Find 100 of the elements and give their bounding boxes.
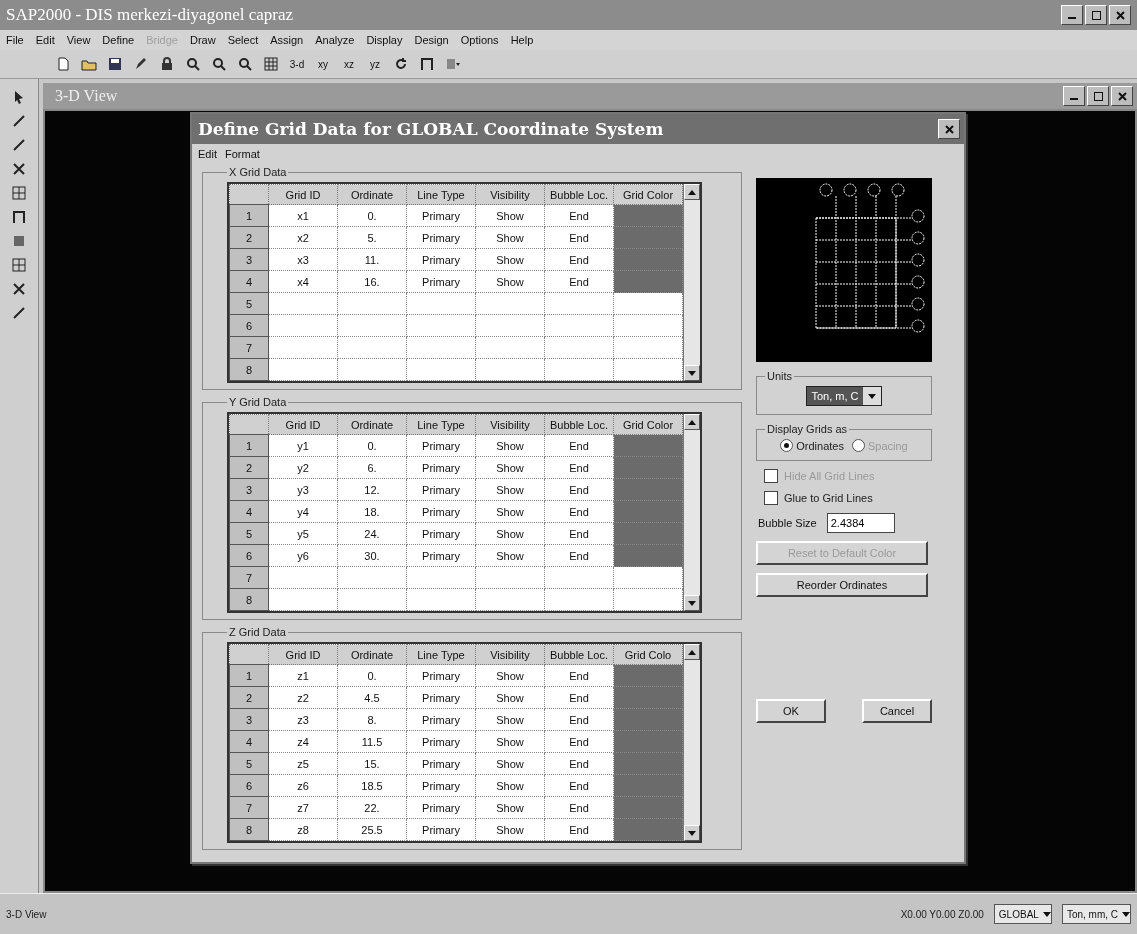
table-cell[interactable]: y3 <box>268 478 338 501</box>
menu-item[interactable]: Format <box>224 148 260 160</box>
table-cell[interactable]: End <box>544 434 614 457</box>
table-cell[interactable]: Show <box>475 456 545 479</box>
row-number[interactable]: 1 <box>229 434 269 457</box>
row-number[interactable]: 2 <box>229 456 269 479</box>
scroll-up-button[interactable] <box>684 644 700 660</box>
table-cell[interactable]: 22. <box>337 796 407 819</box>
row-number[interactable]: 8 <box>229 588 269 611</box>
table-cell[interactable] <box>337 358 407 381</box>
table-cell[interactable]: z5 <box>268 752 338 775</box>
cancel-button[interactable]: Cancel <box>862 699 932 723</box>
table-cell[interactable]: Primary <box>406 204 476 227</box>
menu-item[interactable]: Select <box>227 34 259 46</box>
table-cell[interactable]: Show <box>475 664 545 687</box>
line-icon[interactable] <box>11 137 27 153</box>
table-cell[interactable]: z1 <box>268 664 338 687</box>
bubble-size-field[interactable]: 2.4384 <box>826 513 895 533</box>
table-cell[interactable]: y1 <box>268 434 338 457</box>
table-cell[interactable] <box>475 588 545 611</box>
table-cell[interactable]: Primary <box>406 686 476 709</box>
line-icon[interactable] <box>11 305 27 321</box>
radio-option[interactable]: Ordinates <box>780 439 844 452</box>
table-cell[interactable] <box>406 358 476 381</box>
row-number[interactable]: 7 <box>229 336 269 359</box>
table-cell[interactable] <box>544 566 614 589</box>
row-number[interactable]: 5 <box>229 522 269 545</box>
scroll-up-button[interactable] <box>684 184 700 200</box>
table-cell[interactable]: End <box>544 774 614 797</box>
box-icon[interactable] <box>11 233 27 249</box>
row-number[interactable]: 3 <box>229 478 269 501</box>
table-cell[interactable]: Primary <box>406 796 476 819</box>
menu-item[interactable]: Edit <box>35 34 55 46</box>
table-cell[interactable] <box>613 314 683 337</box>
table-cell[interactable]: Primary <box>406 730 476 753</box>
maximize-button[interactable] <box>1085 5 1107 25</box>
row-number[interactable]: 8 <box>229 358 269 381</box>
table-cell[interactable]: End <box>544 522 614 545</box>
table-cell[interactable]: 0. <box>337 434 407 457</box>
row-number[interactable]: 2 <box>229 226 269 249</box>
table-cell[interactable]: Show <box>475 226 545 249</box>
table-cell[interactable]: Show <box>475 818 545 841</box>
dialog-button[interactable]: Reorder Ordinates <box>756 573 928 597</box>
table-cell[interactable]: z2 <box>268 686 338 709</box>
row-number[interactable]: 6 <box>229 774 269 797</box>
maximize-button[interactable] <box>1087 86 1109 106</box>
cross-icon[interactable] <box>11 281 27 297</box>
grid-icon[interactable] <box>11 257 27 273</box>
table-cell[interactable] <box>613 336 683 359</box>
menu-item[interactable]: Analyze <box>315 34 355 46</box>
table-cell[interactable]: Show <box>475 478 545 501</box>
table-cell[interactable] <box>406 292 476 315</box>
table-cell[interactable]: Primary <box>406 270 476 293</box>
table-cell[interactable]: 8. <box>337 708 407 731</box>
table-cell[interactable]: Show <box>475 544 545 567</box>
table-cell[interactable]: 24. <box>337 522 407 545</box>
checkbox[interactable] <box>764 491 778 505</box>
table-cell[interactable] <box>613 358 683 381</box>
table-cell[interactable]: 0. <box>337 664 407 687</box>
units-dropdown[interactable]: Ton, mm, C <box>1061 904 1131 924</box>
table-cell[interactable]: x3 <box>268 248 338 271</box>
table-cell[interactable]: End <box>544 686 614 709</box>
table-cell[interactable]: 16. <box>337 270 407 293</box>
row-number[interactable]: 5 <box>229 292 269 315</box>
table-cell[interactable] <box>544 336 614 359</box>
table-cell[interactable]: Primary <box>406 248 476 271</box>
frame-icon[interactable] <box>11 209 27 225</box>
table-cell[interactable]: Show <box>475 434 545 457</box>
row-number[interactable]: 4 <box>229 500 269 523</box>
row-number[interactable]: 1 <box>229 204 269 227</box>
close-button[interactable] <box>938 119 960 139</box>
table-cell[interactable]: 5. <box>337 226 407 249</box>
menu-item[interactable]: Define <box>102 34 135 46</box>
row-number[interactable]: 4 <box>229 270 269 293</box>
table-cell[interactable]: z3 <box>268 708 338 731</box>
table-cell[interactable] <box>337 566 407 589</box>
table-cell[interactable]: z6 <box>268 774 338 797</box>
table-cell[interactable]: Primary <box>406 664 476 687</box>
table-cell[interactable]: Show <box>475 248 545 271</box>
table-cell[interactable]: Primary <box>406 708 476 731</box>
table-cell[interactable]: End <box>544 456 614 479</box>
table-cell[interactable]: y2 <box>268 456 338 479</box>
table-cell[interactable] <box>337 588 407 611</box>
table-cell[interactable] <box>337 292 407 315</box>
table-cell[interactable]: Primary <box>406 752 476 775</box>
table-cell[interactable]: y4 <box>268 500 338 523</box>
table-cell[interactable]: x4 <box>268 270 338 293</box>
table-cell[interactable] <box>268 292 338 315</box>
table-cell[interactable] <box>475 336 545 359</box>
table-cell[interactable] <box>268 358 338 381</box>
row-number[interactable]: 7 <box>229 566 269 589</box>
close-button[interactable] <box>1111 86 1133 106</box>
table-cell[interactable]: x1 <box>268 204 338 227</box>
menu-item[interactable]: Assign <box>270 34 304 46</box>
table-cell[interactable]: Primary <box>406 434 476 457</box>
table-cell[interactable]: 18. <box>337 500 407 523</box>
table-cell[interactable] <box>544 292 614 315</box>
table-cell[interactable] <box>475 358 545 381</box>
table-cell[interactable]: Primary <box>406 456 476 479</box>
table-cell[interactable]: y5 <box>268 522 338 545</box>
